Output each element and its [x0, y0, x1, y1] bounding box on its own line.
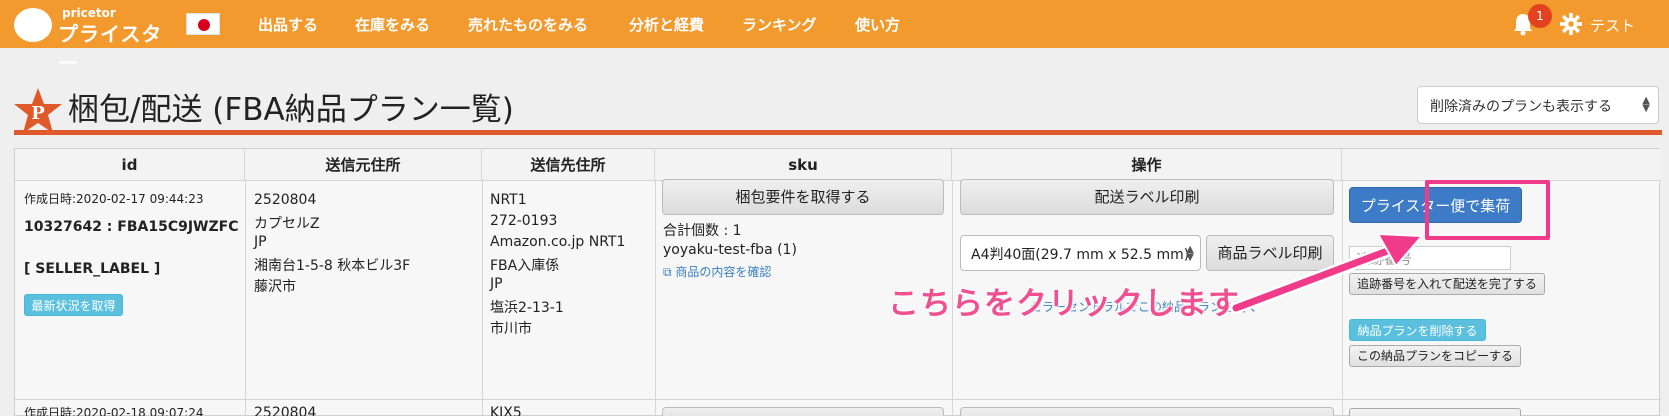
label-size-value: A4判40面(29.7 mm x 52.5 mm): [971, 247, 1190, 263]
logo-mascot-icon: [14, 8, 52, 42]
filter-select-value: 削除済みのプランも表示する: [1430, 99, 1612, 115]
sku-total-count: 合計個数 : 1: [663, 223, 742, 239]
print-shipping-label-button[interactable]: [960, 407, 1334, 416]
copy-plan-button[interactable]: この納品プランをコピーする: [1349, 345, 1521, 367]
notification-badge: 1: [1528, 4, 1552, 28]
user-name[interactable]: テスト: [1590, 15, 1635, 36]
to-address-line: NRT1: [490, 192, 527, 208]
title-divider: [14, 130, 1662, 135]
copy-plan-button[interactable]: [1349, 408, 1521, 416]
plan-id: 10327642 : FBA15C9JWZFC: [24, 219, 239, 235]
from-address-line: 湘南台1-5-8 秋本ビル3F: [254, 258, 411, 274]
to-address-line: 市川市: [490, 321, 532, 337]
external-link-icon: ⧉: [663, 265, 676, 279]
annotation-highlight-box: [1425, 180, 1550, 240]
gear-icon[interactable]: [1560, 13, 1582, 35]
logo-main-text: プライスター: [58, 22, 163, 75]
check-product-link[interactable]: ⧉ 商品の内容を確認: [663, 263, 771, 280]
page-title: 梱包/配送 (FBA納品プラン一覧): [68, 92, 514, 128]
nav-item-listing[interactable]: 出品する: [258, 14, 318, 35]
created-datetime: 作成日時:2020-02-18 09:07:24: [24, 406, 204, 416]
print-shipping-label-button[interactable]: 配送ラベル印刷: [960, 179, 1334, 215]
from-address-line: 2520804: [254, 192, 317, 208]
created-datetime: 作成日時:2020-02-17 09:44:23: [24, 192, 204, 206]
header-sku: sku: [655, 149, 952, 181]
to-address-line: 272-0193: [490, 213, 558, 229]
refresh-status-button[interactable]: 最新状況を取得: [24, 294, 123, 316]
delete-plan-button[interactable]: 納品プランを削除する: [1349, 319, 1486, 341]
to-address-line: 塩浜2-13-1: [490, 300, 564, 316]
header-from-address: 送信元住所: [245, 149, 482, 181]
nav-item-sold[interactable]: 売れたものをみる: [468, 14, 588, 35]
top-navbar: pricetor プライスター 出品する 在庫をみる 売れたものをみる 分析と経…: [0, 0, 1669, 75]
svg-text:P: P: [31, 103, 45, 124]
nav-item-analysis[interactable]: 分析と経費: [629, 14, 704, 35]
get-packing-requirements-button[interactable]: [662, 407, 944, 416]
label-type: [ SELLER_LABEL ]: [24, 261, 161, 277]
to-address-line: JP: [490, 276, 503, 292]
nav-item-ranking[interactable]: ランキング: [742, 14, 817, 35]
from-address-line: 藤沢市: [254, 279, 296, 295]
pricetar-logo[interactable]: pricetor プライスター: [14, 6, 174, 75]
header-id: id: [15, 149, 245, 181]
to-address-line: Amazon.co.jp NRT1: [490, 234, 626, 250]
get-packing-requirements-button[interactable]: 梱包要件を取得する: [662, 179, 944, 215]
annotation-callout-text: こちらをクリックします: [888, 286, 1240, 322]
from-address-line: JP: [254, 234, 267, 250]
from-address-line: 2520804: [254, 405, 317, 416]
select-arrows-icon: ▲ ▼: [1642, 95, 1650, 114]
from-address-line: カプセルZ: [254, 216, 320, 232]
header-to-address: 送信先住所: [482, 149, 655, 181]
japan-flag-icon[interactable]: [186, 13, 220, 35]
select-arrows-icon: ▲ ▼: [1186, 244, 1194, 263]
label-size-select[interactable]: A4判40面(29.7 mm x 52.5 mm) ▲ ▼: [960, 235, 1201, 271]
annotation-arrow-icon: [1230, 232, 1425, 314]
nav-item-inventory[interactable]: 在庫をみる: [355, 14, 430, 35]
nav-item-howto[interactable]: 使い方: [855, 14, 900, 35]
header-operations: 操作: [952, 149, 1342, 181]
deleted-plans-filter-select[interactable]: 削除済みのプランも表示する ▲ ▼: [1417, 86, 1659, 124]
sku-item: yoyaku-test-fba (1): [663, 242, 797, 258]
to-address-line: FBA入庫係: [490, 258, 560, 274]
header-actions-blank: [1342, 149, 1661, 181]
to-address-line: KIX5: [490, 405, 522, 416]
